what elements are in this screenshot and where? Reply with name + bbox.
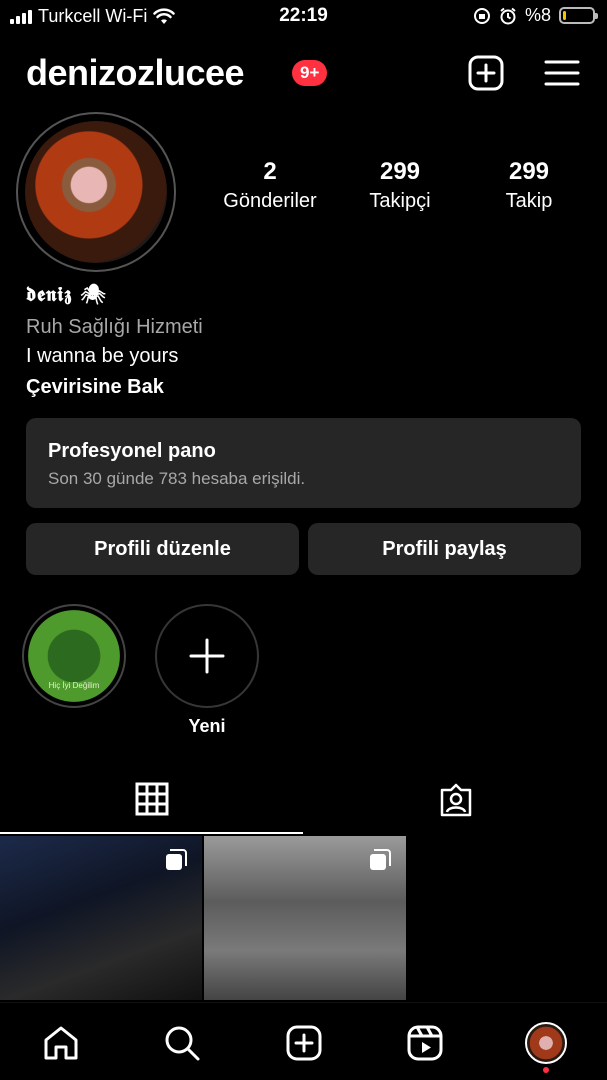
stat-following-label: Takip — [505, 190, 553, 212]
profile-avatar — [25, 121, 167, 263]
stat-followers[interactable]: 299 Takipçi — [330, 158, 470, 213]
stat-posts-value: 2 — [263, 158, 277, 185]
nav-create[interactable] — [282, 1021, 326, 1065]
story-highlight-image: Hiç İyi Değilim — [28, 610, 120, 702]
carousel-icon — [166, 849, 187, 870]
stat-followers-label: Takipçi — [369, 190, 431, 212]
menu-icon[interactable] — [543, 54, 581, 92]
nav-home[interactable] — [39, 1021, 83, 1065]
post-thumbnail[interactable] — [0, 836, 202, 1000]
battery-icon — [559, 7, 598, 24]
alarm-icon — [500, 7, 516, 24]
nav-profile[interactable] — [524, 1021, 568, 1065]
profile-tabs — [0, 766, 607, 834]
battery-percent: %8 — [524, 5, 551, 25]
profile-avatar-small — [525, 1022, 567, 1064]
professional-dashboard[interactable]: Profesyonel pano Son 30 günde 783 hesaba… — [26, 418, 581, 508]
profile-avatar-ring[interactable] — [16, 112, 176, 272]
bio-text: I wanna be yours — [26, 345, 179, 367]
story-highlight-cover: Hiç İyi Değilim — [22, 604, 126, 708]
tab-posts-grid[interactable] — [0, 766, 303, 834]
reels-icon — [407, 1025, 443, 1061]
username-switcher[interactable]: denizozlucee — [26, 52, 245, 94]
story-highlight-text: Hiç İyi Değilim — [48, 681, 100, 690]
nav-search[interactable] — [160, 1021, 204, 1065]
grid-icon — [135, 782, 168, 816]
stat-following-value: 299 — [508, 158, 550, 185]
status-bar: Turkcell Wi-Fi 22:19 %8 — [0, 0, 607, 34]
tab-tagged[interactable] — [304, 766, 607, 834]
orientation-lock-icon — [473, 7, 490, 24]
bio-section: 𝖉𝖊𝖓𝖎𝖟 🕷 Ruh Sağlığı Hizmeti I wanna be y… — [26, 282, 203, 399]
see-translation-link[interactable]: Çevirisine Bak — [26, 376, 203, 399]
plus-icon — [189, 638, 225, 674]
profile-notification-dot — [543, 1067, 549, 1073]
stat-followers-value: 299 — [379, 158, 421, 185]
notification-badge[interactable]: 9+ — [292, 60, 328, 86]
home-icon — [44, 1026, 78, 1060]
professional-dashboard-title: Profesyonel pano — [48, 440, 216, 462]
stat-posts[interactable]: 2 Gönderiler — [200, 158, 340, 213]
bottom-nav — [0, 1002, 607, 1080]
post-thumbnail[interactable] — [204, 836, 406, 1000]
bio-display-name: 𝖉𝖊𝖓𝖎𝖟 🕷 — [26, 282, 107, 306]
profile-header: denizozlucee 9+ — [26, 50, 581, 98]
tagged-icon — [440, 783, 471, 817]
stat-following[interactable]: 299 Takip — [459, 158, 599, 213]
carousel-icon — [370, 849, 391, 870]
share-profile-button[interactable]: Profili paylaş — [308, 523, 581, 575]
status-right: %8 — [473, 5, 598, 26]
add-content-icon[interactable] — [467, 54, 505, 92]
edit-profile-button[interactable]: Profili düzenle — [26, 523, 299, 575]
professional-dashboard-subtitle: Son 30 günde 783 hesaba erişildi. — [48, 469, 306, 488]
new-highlight-circle — [155, 604, 259, 708]
stat-posts-label: Gönderiler — [223, 190, 317, 212]
new-highlight[interactable]: Yeni — [155, 604, 259, 737]
story-highlight[interactable]: Hiç İyi Değilim — [22, 604, 126, 708]
search-icon — [165, 1026, 200, 1061]
new-highlight-label: Yeni — [188, 716, 226, 736]
nav-reels[interactable] — [403, 1021, 447, 1065]
create-icon — [286, 1025, 322, 1061]
bio-category: Ruh Sağlığı Hizmeti — [26, 316, 203, 338]
